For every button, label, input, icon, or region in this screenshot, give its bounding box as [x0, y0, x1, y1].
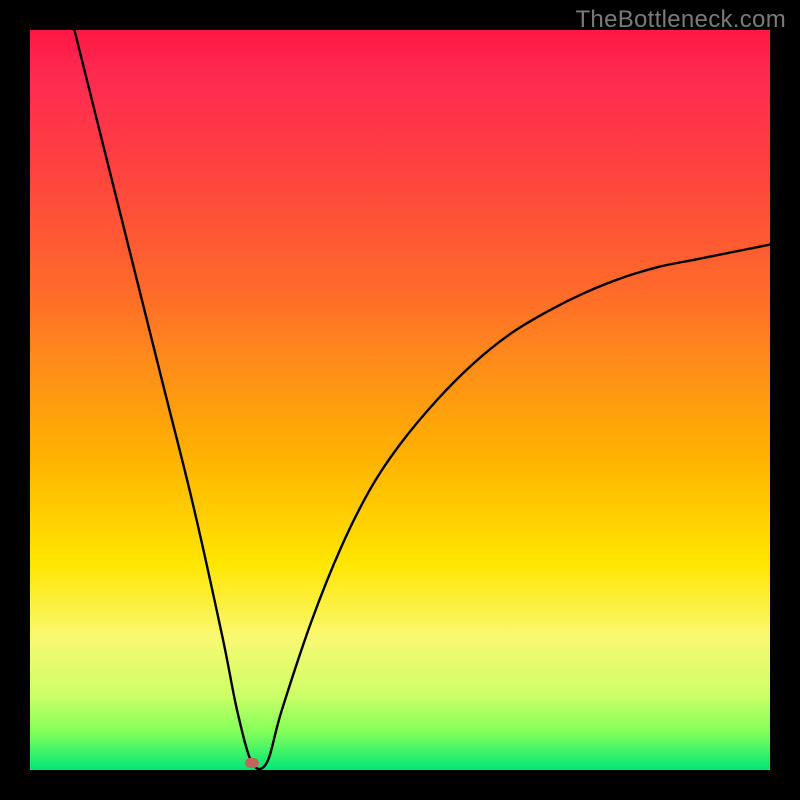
optimal-point-marker	[245, 758, 259, 768]
watermark-text: TheBottleneck.com	[575, 6, 786, 34]
plot-area	[30, 30, 770, 770]
bottleneck-curve	[30, 30, 770, 770]
chart-frame: TheBottleneck.com	[0, 0, 800, 800]
